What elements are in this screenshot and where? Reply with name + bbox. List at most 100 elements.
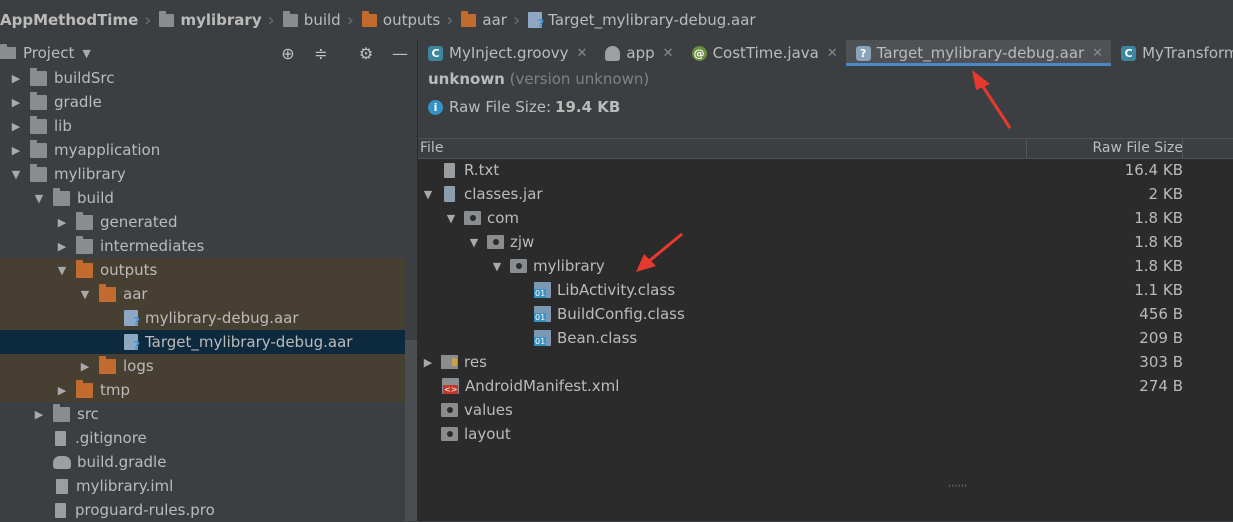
project-view-selector[interactable]: Project xyxy=(23,44,74,62)
tab-mytransform-groovy[interactable]: C MyTransform.groovy xyxy=(1111,40,1233,66)
gradle-icon xyxy=(53,455,71,469)
class-file-icon: 01 xyxy=(534,306,551,322)
chevron-right-icon[interactable]: ▶ xyxy=(10,138,22,162)
tab-costtime-java[interactable]: @ CostTime.java ✕ xyxy=(682,40,846,66)
tree-item[interactable]: ▼ build xyxy=(0,186,405,210)
tree-item-label: gradle xyxy=(54,93,102,111)
tree-item-label: .gitignore xyxy=(75,429,147,447)
tree-item[interactable]: ▶ gradle xyxy=(0,90,405,114)
tree-item[interactable]: mylibrary.iml xyxy=(0,474,405,498)
table-row[interactable]: ▼ zjw 1.8 KB xyxy=(418,230,1183,254)
hide-panel-icon[interactable]: — xyxy=(387,40,413,66)
chevron-down-icon[interactable]: ▼ xyxy=(33,186,45,210)
breadcrumb-build[interactable]: build xyxy=(281,10,343,29)
chevron-down-icon[interactable]: ▼ xyxy=(56,258,68,282)
chevron-down-icon[interactable]: ▼ xyxy=(491,254,503,278)
chevron-down-icon[interactable]: ▼ xyxy=(10,162,22,186)
tree-item[interactable]: proguard-rules.pro xyxy=(0,498,405,522)
tree-item[interactable]: ▶ logs xyxy=(0,354,405,378)
tree-item[interactable]: ▶ tmp xyxy=(0,378,405,402)
tree-item[interactable]: ▶ intermediates xyxy=(0,234,405,258)
file-name: LibActivity.class xyxy=(557,281,676,299)
folder-icon xyxy=(53,187,70,206)
breadcrumb-aar[interactable]: aar xyxy=(459,10,509,29)
chevron-right-icon[interactable]: ▶ xyxy=(56,210,68,234)
tree-item[interactable]: ? mylibrary-debug.aar xyxy=(0,306,405,330)
column-header-size[interactable]: Raw File Size xyxy=(1092,140,1183,156)
chevron-down-icon[interactable]: ▼ xyxy=(422,182,434,206)
table-row[interactable]: ▼ classes.jar 2 KB xyxy=(418,182,1183,206)
table-row[interactable]: 01 LibActivity.class 1.1 KB xyxy=(418,278,1183,302)
collapse-all-icon[interactable]: ≑ xyxy=(308,40,334,66)
chevron-down-icon[interactable]: ▼ xyxy=(82,47,90,60)
tree-item[interactable]: ? Target_mylibrary-debug.aar xyxy=(0,330,405,354)
xml-file-icon: <> xyxy=(442,378,459,394)
project-tree-scrollbar[interactable] xyxy=(405,340,417,521)
editor-area: C MyInject.groovy ✕ app ✕ @ CostTime.java ✕? Tar… xyxy=(418,40,1233,521)
chevron-right-icon[interactable]: ▶ xyxy=(422,350,434,374)
file-size: 1.8 KB xyxy=(1134,209,1183,227)
chevron-right-icon[interactable]: ▶ xyxy=(79,354,91,378)
chevron-right-icon[interactable]: ▶ xyxy=(10,114,22,138)
chevron-down-icon[interactable]: ▼ xyxy=(79,282,91,306)
iml-file-icon xyxy=(56,478,68,494)
resize-grip-icon[interactable]: ,,,,,, xyxy=(948,478,967,489)
breadcrumb-project[interactable]: AppMethodTime xyxy=(0,11,140,29)
tab-app[interactable]: app ✕ xyxy=(595,40,681,66)
table-row[interactable]: values xyxy=(418,398,1183,422)
table-row[interactable]: <> AndroidManifest.xml 274 B xyxy=(418,374,1183,398)
close-icon[interactable]: ✕ xyxy=(827,46,838,61)
table-row[interactable]: layout xyxy=(418,422,1183,446)
module-folder-icon xyxy=(30,163,47,182)
table-row[interactable]: ▼ com 1.8 KB xyxy=(418,206,1183,230)
breadcrumb-mylibrary[interactable]: mylibrary xyxy=(157,10,263,29)
tree-item[interactable]: build.gradle xyxy=(0,450,405,474)
chevron-right-icon[interactable]: ▶ xyxy=(10,90,22,114)
table-row[interactable]: ▼ mylibrary 1.8 KB xyxy=(418,254,1183,278)
tree-item-label: build.gradle xyxy=(77,453,167,471)
aar-file-icon: ? xyxy=(124,334,140,352)
table-row[interactable]: 01 BuildConfig.class 456 B xyxy=(418,302,1183,326)
breadcrumb-file[interactable]: ? Target_mylibrary-debug.aar xyxy=(526,11,757,30)
tree-item[interactable]: ▶ src xyxy=(0,402,405,426)
chevron-right-icon: › xyxy=(144,9,152,31)
column-divider[interactable] xyxy=(1026,139,1027,158)
annotation-arrow-package xyxy=(636,232,683,272)
tree-item[interactable]: ▼ mylibrary xyxy=(0,162,405,186)
table-row[interactable]: 01 Bean.class 209 B xyxy=(418,326,1183,350)
tree-item[interactable]: ▶ lib xyxy=(0,114,405,138)
breadcrumb-outputs[interactable]: outputs xyxy=(360,10,442,29)
tab-label: app xyxy=(626,44,655,62)
folder-icon xyxy=(30,115,47,134)
tree-item[interactable]: ▼ outputs xyxy=(0,258,405,282)
chevron-right-icon[interactable]: ▶ xyxy=(56,378,68,402)
tab-myinject-groovy[interactable]: C MyInject.groovy ✕ xyxy=(418,40,595,66)
chevron-down-icon[interactable]: ▼ xyxy=(468,230,480,254)
column-divider[interactable] xyxy=(1182,139,1183,158)
close-icon[interactable]: ✕ xyxy=(577,46,588,61)
tree-item[interactable]: ▼ aar xyxy=(0,282,405,306)
tree-item[interactable]: ▶ buildSrc xyxy=(0,66,405,90)
folder-icon xyxy=(30,139,47,158)
column-header-file[interactable]: File xyxy=(420,140,443,156)
tree-item-label: mylibrary-debug.aar xyxy=(145,309,299,327)
file-size: 456 B xyxy=(1139,305,1183,323)
gear-icon[interactable]: ⚙ xyxy=(353,40,379,66)
file-size: 16.4 KB xyxy=(1124,161,1183,179)
tree-item[interactable]: ▶ myapplication xyxy=(0,138,405,162)
chevron-right-icon[interactable]: ▶ xyxy=(10,66,22,90)
chevron-right-icon[interactable]: ▶ xyxy=(56,234,68,258)
locate-icon[interactable]: ⊕ xyxy=(275,40,301,66)
tree-item-label: src xyxy=(77,405,99,423)
table-row[interactable]: ▶ res 303 B xyxy=(418,350,1183,374)
close-icon[interactable]: ✕ xyxy=(663,46,674,61)
table-row[interactable]: R.txt 16.4 KB xyxy=(418,158,1183,182)
tree-item[interactable]: ▶ generated xyxy=(0,210,405,234)
chevron-down-icon[interactable]: ▼ xyxy=(445,206,457,230)
folder-icon xyxy=(76,211,93,230)
chevron-right-icon[interactable]: ▶ xyxy=(33,402,45,426)
tree-item[interactable]: .gitignore xyxy=(0,426,405,450)
close-icon[interactable]: ✕ xyxy=(1092,46,1103,61)
